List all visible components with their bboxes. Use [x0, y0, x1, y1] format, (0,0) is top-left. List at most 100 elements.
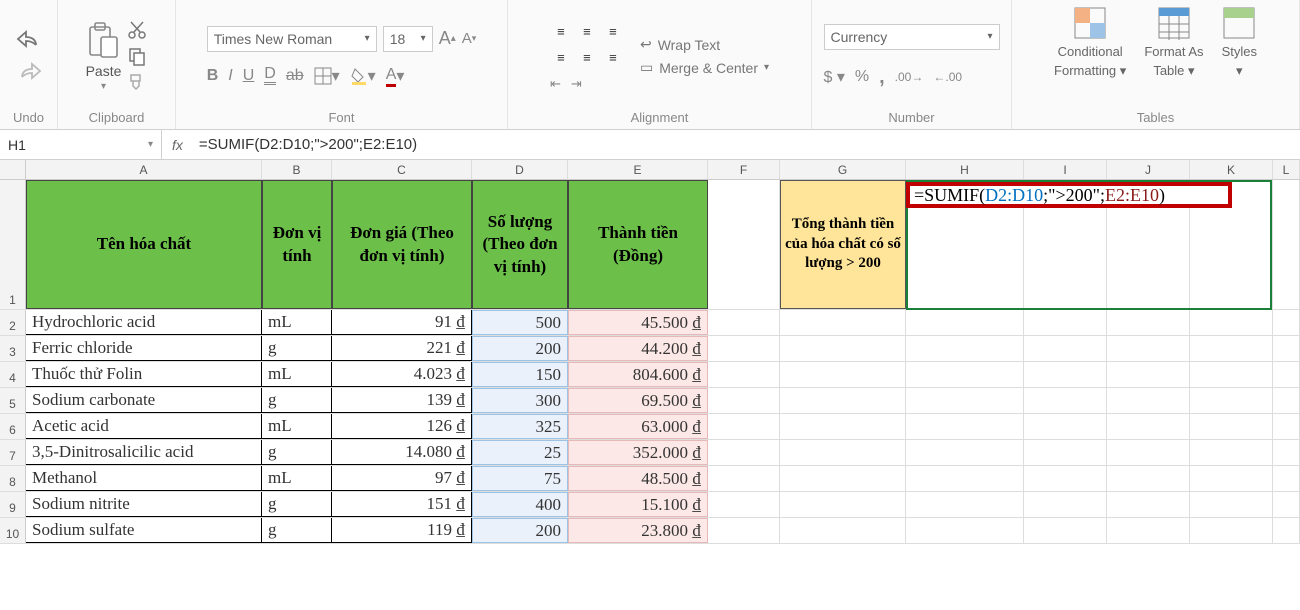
- cell[interactable]: 3,5-Dinitrosalicilic acid: [26, 440, 262, 465]
- increase-font-icon[interactable]: A▴: [439, 28, 456, 49]
- cell[interactable]: [1273, 466, 1300, 491]
- conditional-formatting-button[interactable]: ConditionalFormatting ▾: [1054, 6, 1126, 79]
- bold-button[interactable]: B: [207, 67, 219, 85]
- decrease-indent-icon[interactable]: ⇤: [550, 76, 561, 92]
- cell[interactable]: [1024, 492, 1107, 517]
- cell[interactable]: [1107, 492, 1190, 517]
- cell[interactable]: Hydrochloric acid: [26, 310, 262, 335]
- col-header[interactable]: K: [1190, 160, 1273, 179]
- font-name-select[interactable]: Times New Roman▾: [207, 26, 377, 52]
- cell[interactable]: [1107, 518, 1190, 543]
- cell[interactable]: [1190, 518, 1273, 543]
- cell[interactable]: [1273, 440, 1300, 465]
- cell[interactable]: 44.200 ₫: [568, 336, 708, 361]
- cell[interactable]: g: [262, 518, 332, 543]
- cell[interactable]: [780, 414, 906, 439]
- cell[interactable]: [780, 310, 906, 335]
- strikethrough-button[interactable]: ab: [286, 67, 304, 85]
- cell[interactable]: [1107, 440, 1190, 465]
- cell[interactable]: g: [262, 336, 332, 361]
- formula-input[interactable]: =SUMIF(D2:D10;">200";E2:E10): [193, 136, 1300, 153]
- col-header[interactable]: J: [1107, 160, 1190, 179]
- cell[interactable]: [708, 518, 780, 543]
- col-header[interactable]: H: [906, 160, 1024, 179]
- cell[interactable]: [1024, 518, 1107, 543]
- cell[interactable]: g: [262, 492, 332, 517]
- cell[interactable]: [1024, 362, 1107, 387]
- cell[interactable]: 325: [472, 414, 568, 439]
- cell[interactable]: [906, 310, 1024, 335]
- currency-button[interactable]: $ ▾: [824, 67, 845, 87]
- cell[interactable]: 500: [472, 310, 568, 335]
- cell[interactable]: [1273, 362, 1300, 387]
- decrease-decimal-icon[interactable]: ←.00: [933, 70, 962, 84]
- col-header[interactable]: G: [780, 160, 906, 179]
- redo-icon[interactable]: [16, 61, 42, 83]
- cell[interactable]: [1273, 310, 1300, 335]
- cell[interactable]: [906, 414, 1024, 439]
- styles-button[interactable]: Styles▾: [1222, 6, 1257, 79]
- cell[interactable]: [1024, 466, 1107, 491]
- cell[interactable]: [1024, 336, 1107, 361]
- cell[interactable]: 804.600 ₫: [568, 362, 708, 387]
- cell[interactable]: g: [262, 388, 332, 413]
- format-as-table-button[interactable]: Format AsTable ▾: [1144, 6, 1203, 79]
- cell[interactable]: mL: [262, 310, 332, 335]
- cell[interactable]: 200: [472, 518, 568, 543]
- cell[interactable]: [708, 492, 780, 517]
- underline-button[interactable]: U: [243, 67, 255, 85]
- cell[interactable]: 400: [472, 492, 568, 517]
- cell[interactable]: [1190, 466, 1273, 491]
- summary-label-cell[interactable]: Tổng thành tiền của hóa chất có số lượng…: [780, 180, 906, 309]
- cell[interactable]: [1273, 414, 1300, 439]
- cell[interactable]: [708, 310, 780, 335]
- cell[interactable]: [906, 492, 1024, 517]
- col-header[interactable]: L: [1273, 160, 1300, 179]
- cell[interactable]: 139 ₫: [332, 388, 472, 413]
- cell[interactable]: 15.100 ₫: [568, 492, 708, 517]
- cell[interactable]: [1107, 388, 1190, 413]
- cell[interactable]: [1190, 388, 1273, 413]
- font-size-select[interactable]: 18▾: [383, 26, 433, 52]
- cell[interactable]: 69.500 ₫: [568, 388, 708, 413]
- cell[interactable]: Thuốc thử Folin: [26, 362, 262, 387]
- cell[interactable]: [780, 440, 906, 465]
- header-cell[interactable]: Thành tiền (Đồng): [568, 180, 708, 309]
- cell[interactable]: [708, 440, 780, 465]
- header-cell[interactable]: Tên hóa chất: [26, 180, 262, 309]
- header-cell[interactable]: Số lượng (Theo đơn vị tính): [472, 180, 568, 309]
- cell[interactable]: [780, 362, 906, 387]
- borders-button[interactable]: ▾: [314, 66, 340, 86]
- cell[interactable]: [1273, 388, 1300, 413]
- cell[interactable]: 23.800 ₫: [568, 518, 708, 543]
- align-bottom-left-icon[interactable]: ≡: [550, 46, 572, 68]
- cell[interactable]: [1190, 310, 1273, 335]
- cell[interactable]: 200: [472, 336, 568, 361]
- cell[interactable]: 119 ₫: [332, 518, 472, 543]
- cell[interactable]: 45.500 ₫: [568, 310, 708, 335]
- cell[interactable]: [906, 518, 1024, 543]
- row-header[interactable]: 1: [0, 180, 26, 309]
- cell[interactable]: [708, 466, 780, 491]
- cell[interactable]: [1190, 440, 1273, 465]
- row-header[interactable]: 5: [0, 388, 26, 413]
- cell[interactable]: [1190, 414, 1273, 439]
- number-format-select[interactable]: Currency▾: [824, 24, 1000, 50]
- align-bottom-center-icon[interactable]: ≡: [576, 46, 598, 68]
- header-cell[interactable]: Đơn giá (Theo đơn vị tính): [332, 180, 472, 309]
- increase-indent-icon[interactable]: ⇥: [571, 76, 582, 92]
- cell[interactable]: [1107, 362, 1190, 387]
- cell[interactable]: [1273, 180, 1300, 309]
- cell[interactable]: [1107, 336, 1190, 361]
- cell[interactable]: [780, 492, 906, 517]
- cell[interactable]: 300: [472, 388, 568, 413]
- cell[interactable]: [906, 336, 1024, 361]
- cell[interactable]: 150: [472, 362, 568, 387]
- cell[interactable]: [1024, 414, 1107, 439]
- cell[interactable]: Ferric chloride: [26, 336, 262, 361]
- cell[interactable]: [780, 466, 906, 491]
- row-header[interactable]: 10: [0, 518, 26, 543]
- cell[interactable]: [780, 518, 906, 543]
- cell[interactable]: 14.080 ₫: [332, 440, 472, 465]
- cell[interactable]: [1190, 362, 1273, 387]
